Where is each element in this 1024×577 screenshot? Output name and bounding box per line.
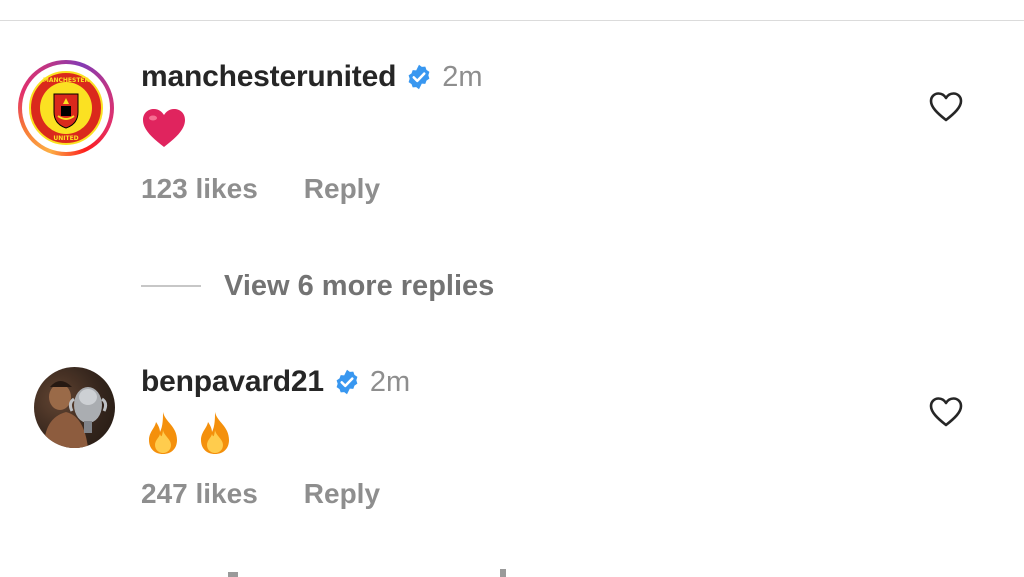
comments-page: MANCHESTER UNITED manchesterunited 2m 12… [0,0,1024,577]
comment-time: 2m [369,365,411,398]
comment-text [141,105,187,151]
verified-badge-icon [408,64,430,90]
comment-time: 2m [442,60,483,93]
like-heart-icon[interactable] [929,396,963,428]
fire-emoji-icon [201,412,229,454]
replies-divider-line [141,285,201,287]
fire-emoji-icon [149,412,177,454]
comment-header: benpavard21 2m [141,362,410,402]
avatar-inner: MANCHESTER UNITED [22,64,110,152]
view-more-replies-button[interactable]: View 6 more replies [141,266,494,306]
manchester-united-crest-icon: MANCHESTER UNITED [29,71,103,145]
avatar[interactable] [34,367,115,448]
story-ring-avatar[interactable]: MANCHESTER UNITED [18,60,114,156]
reply-button[interactable]: Reply [304,173,380,205]
reply-button[interactable]: Reply [304,478,380,510]
next-row-partial [228,569,506,577]
top-divider [0,20,1024,21]
like-heart-icon[interactable] [929,91,963,123]
verified-badge-icon [336,369,358,395]
likes-count[interactable]: 247 likes [141,478,258,510]
comment-text [141,410,237,456]
comment-meta: 247 likes Reply [141,474,380,514]
username[interactable]: benpavard21 [141,365,324,399]
view-more-replies-label: View 6 more replies [224,269,495,302]
likes-count[interactable]: 123 likes [141,173,258,205]
username[interactable]: manchesterunited [141,60,396,94]
red-heart-emoji-icon [143,109,185,147]
profile-photo [34,367,115,448]
svg-text:MANCHESTER: MANCHESTER [43,77,90,84]
comment-meta: 123 likes Reply [141,169,380,209]
comment-header: manchesterunited 2m [141,57,483,97]
svg-text:UNITED: UNITED [53,135,78,142]
